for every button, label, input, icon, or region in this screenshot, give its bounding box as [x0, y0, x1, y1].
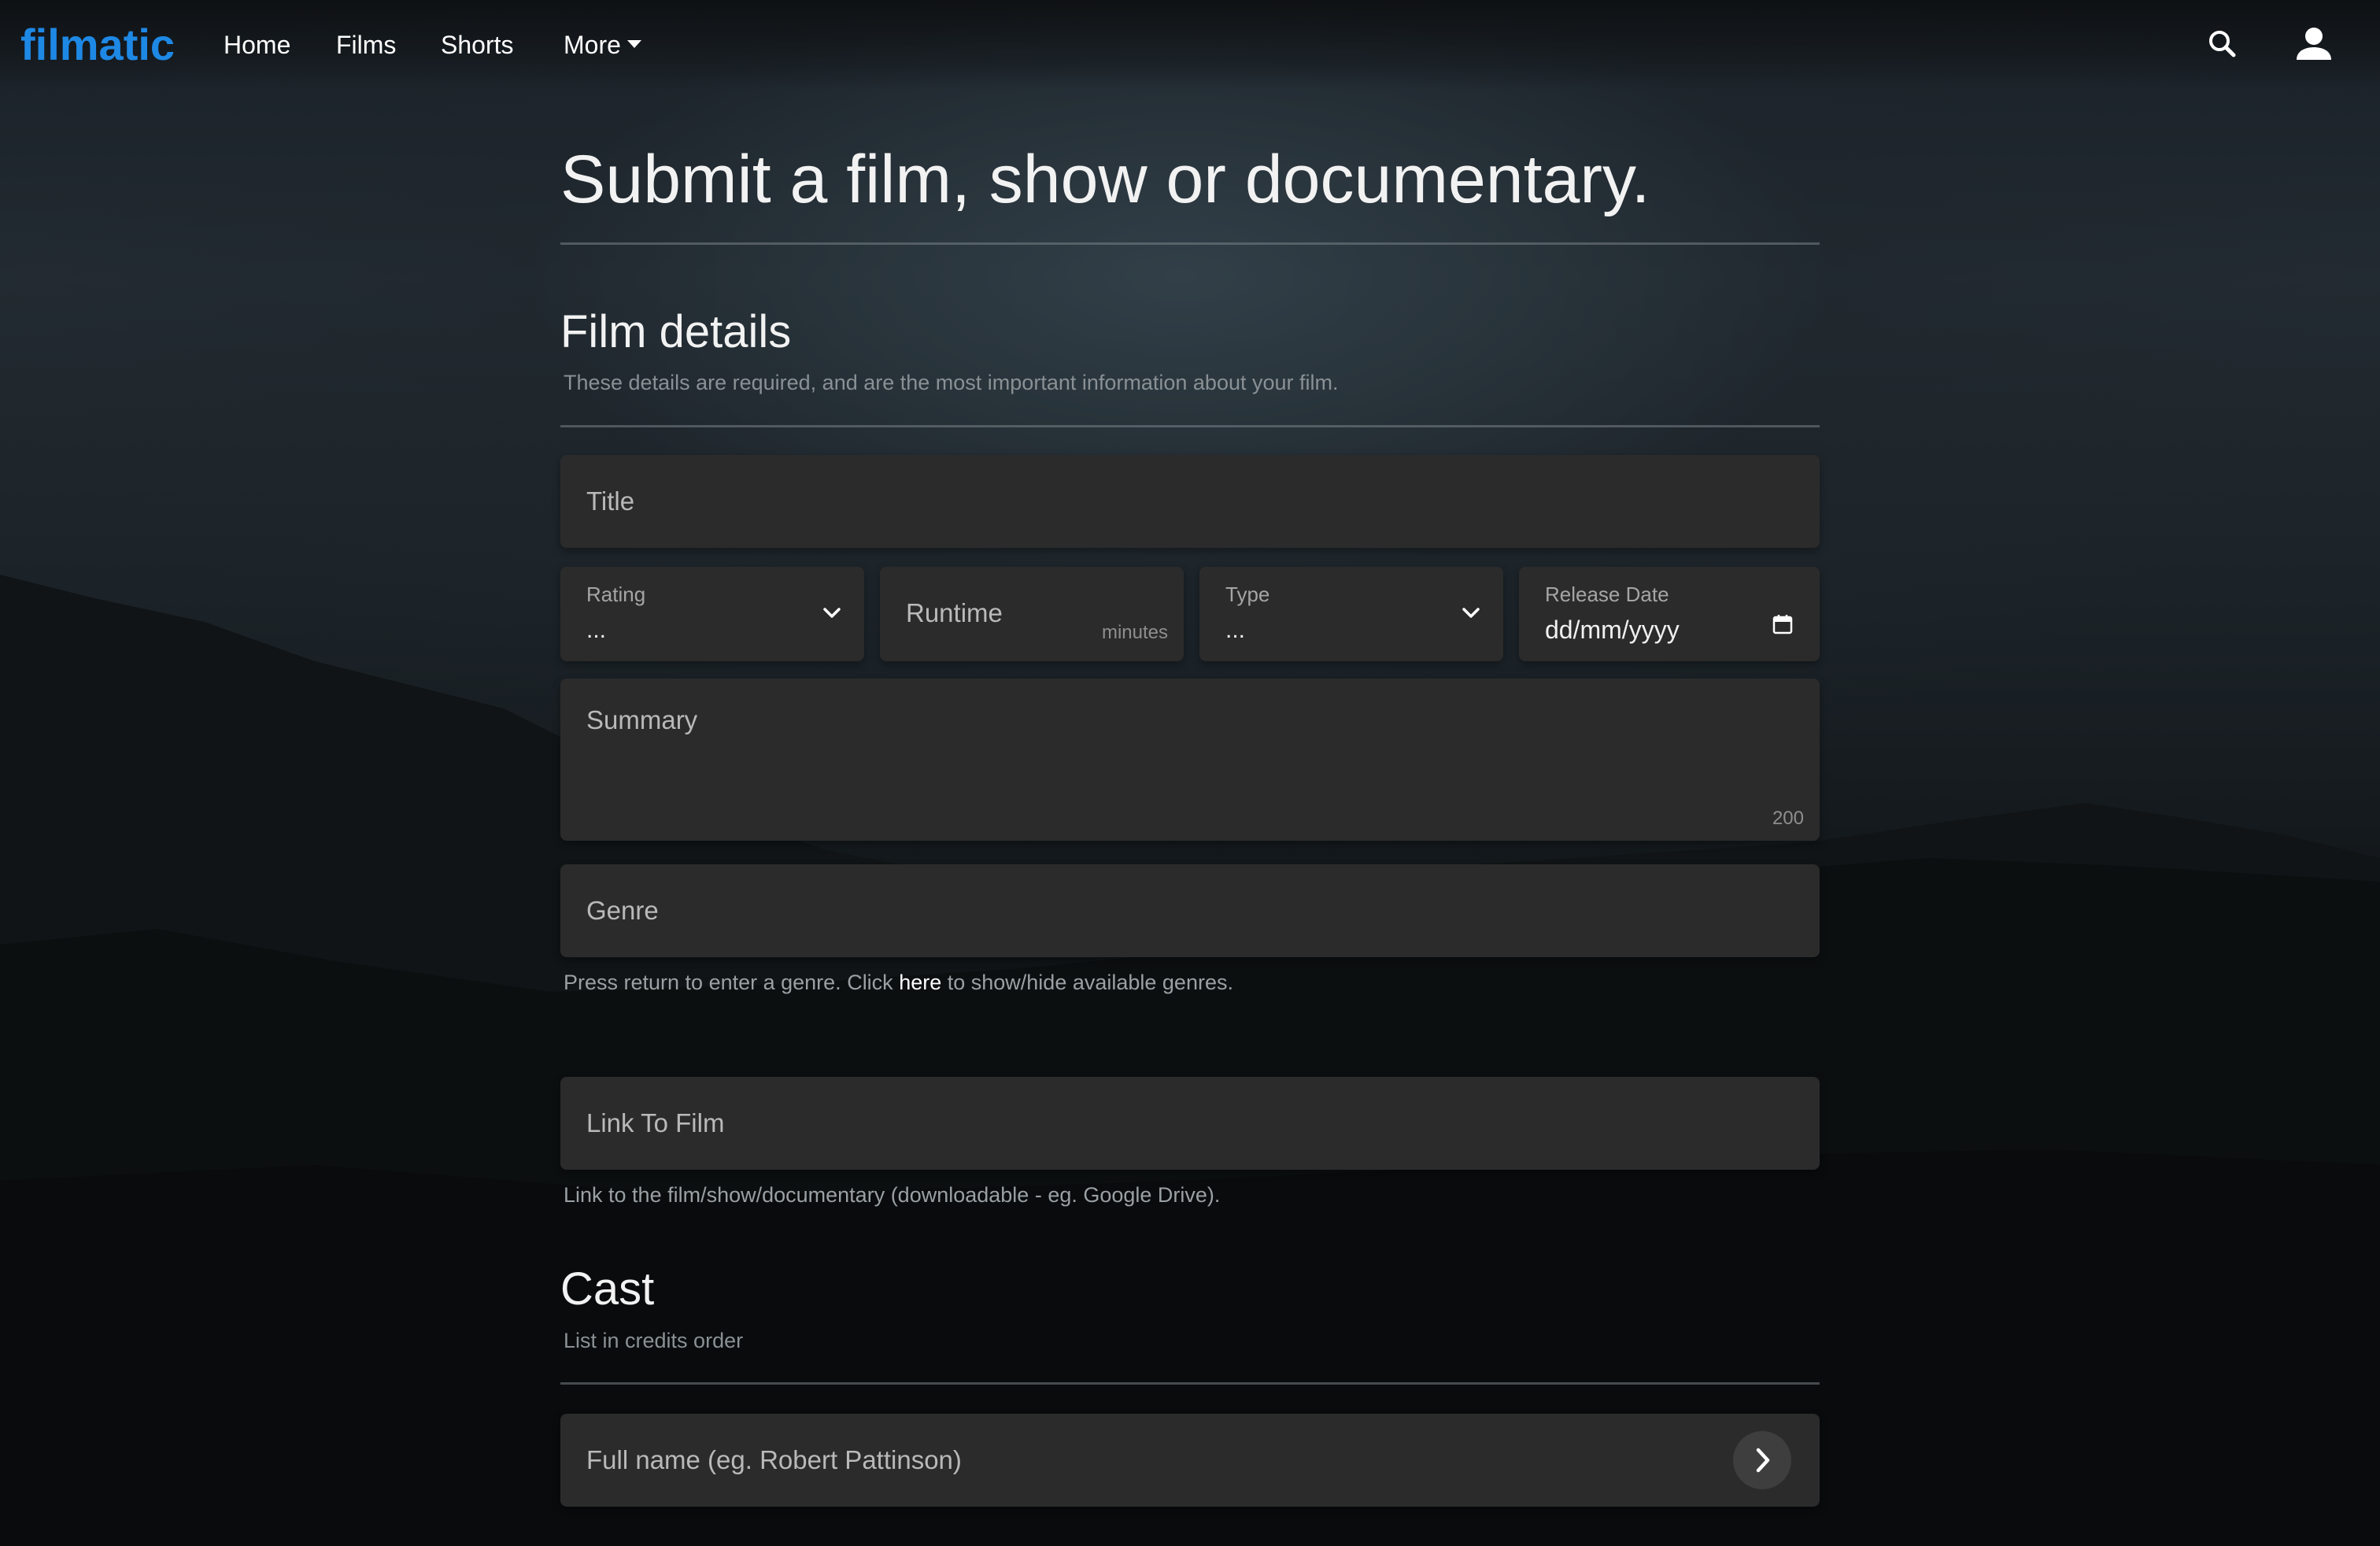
- title-field[interactable]: Title: [560, 455, 1820, 548]
- runtime-label: Runtime: [906, 598, 1003, 627]
- nav-more-label: More: [564, 31, 621, 59]
- title-divider: [560, 242, 1820, 245]
- type-select[interactable]: Type ...: [1199, 567, 1503, 661]
- chevron-down-icon: [1462, 608, 1480, 618]
- summary-label: Summary: [586, 705, 698, 734]
- cast-heading: Cast: [560, 1263, 655, 1315]
- brand-logo[interactable]: filmatic: [20, 17, 175, 72]
- summary-char-counter: 200: [1772, 808, 1804, 829]
- rating-value: ...: [586, 617, 607, 643]
- runtime-suffix: minutes: [1101, 622, 1168, 643]
- nav-shorts-link[interactable]: Shorts: [441, 27, 513, 63]
- release-date-value: dd/mm/yyyy: [1545, 616, 1680, 644]
- nav-more-dropdown[interactable]: More: [564, 27, 641, 63]
- show-genres-link[interactable]: here: [899, 971, 941, 994]
- link-to-film-hint: Link to the film/show/documentary (downl…: [564, 1183, 1221, 1207]
- genre-hint-text-end: to show/hide available genres.: [941, 971, 1233, 994]
- cast-name-input[interactable]: Full name (eg. Robert Pattinson): [560, 1414, 1820, 1507]
- rating-select[interactable]: Rating ...: [560, 567, 864, 661]
- link-to-film-label: Link To Film: [586, 1108, 725, 1137]
- add-cast-button[interactable]: [1733, 1431, 1791, 1489]
- film-details-heading: Film details: [560, 306, 792, 357]
- type-label: Type: [1225, 583, 1270, 606]
- page-title: Submit a film, show or documentary.: [560, 142, 1650, 217]
- genre-label: Genre: [586, 896, 659, 925]
- genre-hint: Press return to enter a genre. Click her…: [564, 967, 1233, 998]
- release-date-label: Release Date: [1545, 583, 1669, 606]
- calendar-icon[interactable]: [1771, 612, 1794, 636]
- cast-subtitle: List in credits order: [564, 1329, 744, 1352]
- genre-input[interactable]: Genre: [560, 864, 1820, 957]
- user-icon[interactable]: [2292, 22, 2336, 66]
- title-field-label: Title: [586, 486, 635, 516]
- cast-divider: [560, 1382, 1820, 1385]
- top-navbar: filmatic Home Films Shorts More: [0, 0, 2380, 90]
- nav-home-link[interactable]: Home: [224, 27, 290, 63]
- summary-textarea[interactable]: Summary 200: [560, 679, 1820, 841]
- film-details-divider: [560, 425, 1820, 427]
- type-value: ...: [1225, 617, 1246, 643]
- search-icon[interactable]: [2201, 22, 2245, 66]
- film-details-subtitle: These details are required, and are the …: [564, 371, 1339, 394]
- cast-name-placeholder: Full name (eg. Robert Pattinson): [586, 1445, 962, 1474]
- release-date-input[interactable]: Release Date dd/mm/yyyy: [1519, 567, 1820, 661]
- link-to-film-input[interactable]: Link To Film: [560, 1077, 1820, 1170]
- runtime-input[interactable]: Runtime minutes: [880, 567, 1184, 661]
- chevron-down-icon: [823, 608, 841, 618]
- rating-label: Rating: [586, 583, 646, 606]
- chevron-right-icon: [1756, 1448, 1770, 1473]
- nav-films-link[interactable]: Films: [336, 27, 396, 63]
- genre-hint-text-start: Press return to enter a genre. Click: [564, 971, 900, 994]
- caret-down-icon: [626, 39, 641, 48]
